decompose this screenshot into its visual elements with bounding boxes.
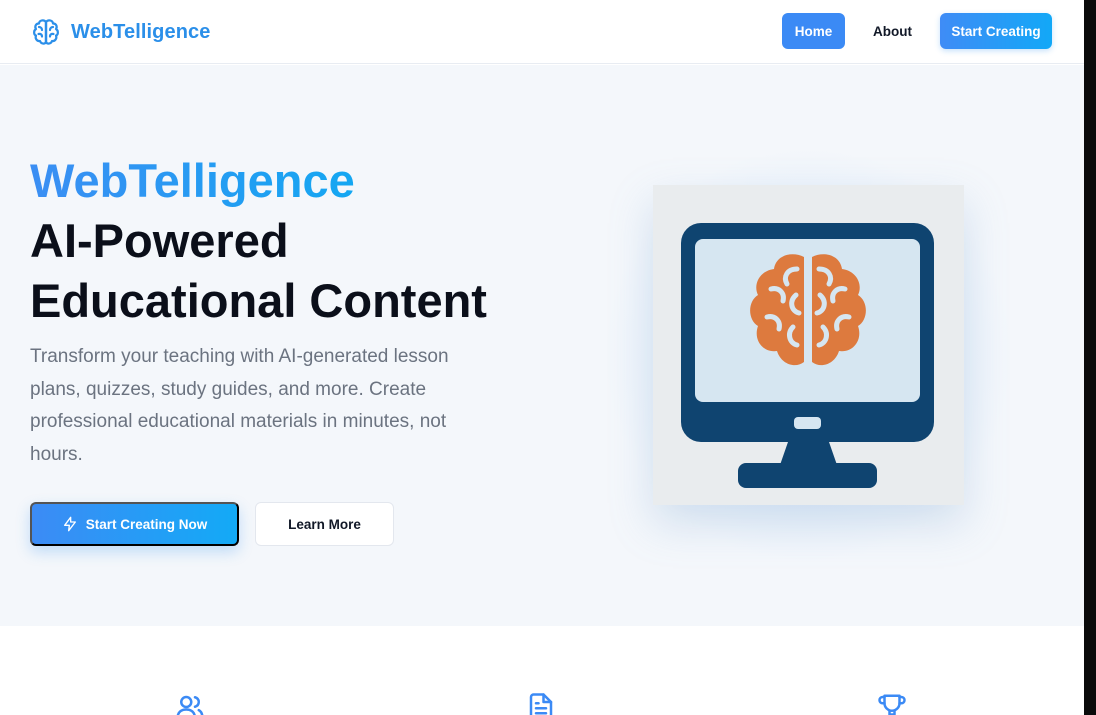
nav-home-link[interactable]: Home (782, 13, 845, 49)
page: WebTelligence Home About Start Creating … (0, 0, 1084, 715)
document-icon (529, 693, 553, 715)
users-icon (176, 695, 204, 715)
hero-title-brand: WebTelligence (30, 151, 355, 211)
nav-about-link[interactable]: About (861, 13, 924, 49)
window-edge (1084, 0, 1096, 715)
monitor-brain-illustration (681, 223, 934, 488)
hero-section: WebTelligence AI-Powered Educational Con… (0, 65, 1084, 626)
trophy-icon (878, 694, 906, 715)
learn-more-button[interactable]: Learn More (255, 502, 394, 546)
hero-description: Transform your teaching with AI-generate… (30, 346, 449, 465)
start-creating-now-label: Start Creating Now (85, 516, 208, 532)
top-navbar: WebTelligence Home About Start Creating (0, 0, 1084, 64)
start-creating-now-button[interactable]: Start Creating Now (30, 502, 239, 546)
hero-title-line-2: AI-Powered (30, 214, 289, 267)
nav-start-creating-button[interactable]: Start Creating (940, 13, 1052, 49)
brand-logo[interactable]: WebTelligence (30, 14, 210, 50)
hero-image (653, 185, 964, 505)
brand-name: WebTelligence (71, 20, 211, 43)
features-section (0, 626, 1084, 715)
brain-icon (33, 19, 59, 45)
lightning-bolt-icon (63, 516, 76, 532)
hero-title-line-3: Educational Content (30, 274, 487, 327)
